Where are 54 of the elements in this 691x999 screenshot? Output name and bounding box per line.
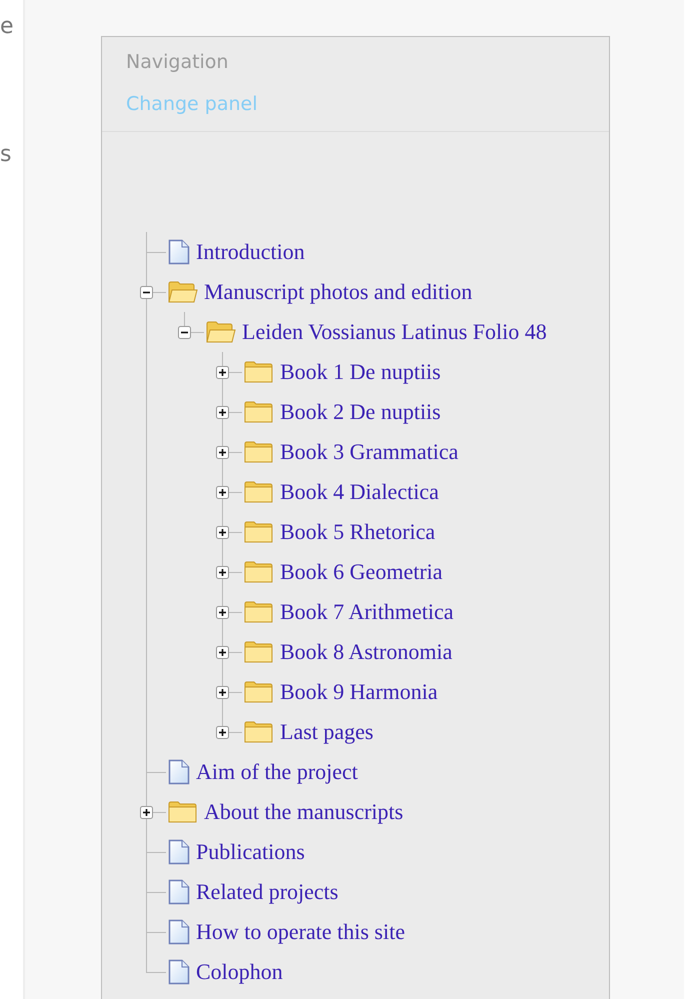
tree-item[interactable]: Aim of the project (196, 759, 358, 785)
document-icon (168, 919, 190, 945)
expand-icon[interactable] (216, 486, 229, 499)
folder-icon (244, 520, 274, 544)
expand-icon[interactable] (216, 566, 229, 579)
expand-icon[interactable] (216, 366, 229, 379)
document-icon (168, 239, 190, 265)
folder-icon (244, 440, 274, 464)
tree-item[interactable]: Book 3 Grammatica (280, 439, 458, 465)
tree-item[interactable]: Related projects (196, 879, 338, 905)
tree-item[interactable]: Book 1 De nuptiis (280, 359, 441, 385)
document-icon (168, 839, 190, 865)
expand-icon[interactable] (216, 526, 229, 539)
folder-icon (244, 720, 274, 744)
tree-item[interactable]: Book 6 Geometria (280, 559, 443, 585)
folder-icon (244, 360, 274, 384)
folder-icon (244, 640, 274, 664)
tree-item[interactable]: About the manuscripts (204, 799, 404, 825)
expand-icon[interactable] (140, 806, 153, 819)
folder-icon (168, 800, 198, 824)
tree-item[interactable]: Book 2 De nuptiis (280, 399, 441, 425)
tree-item[interactable]: Leiden Vossianus Latinus Folio 48 (242, 319, 547, 345)
cut-off-text: s (0, 142, 12, 168)
expand-icon[interactable] (216, 686, 229, 699)
folder-icon (244, 600, 274, 624)
expand-icon[interactable] (216, 606, 229, 619)
expand-icon[interactable] (216, 406, 229, 419)
collapse-icon[interactable] (178, 326, 191, 339)
tree-item[interactable]: Manuscript photos and edition (204, 279, 472, 305)
tree-item[interactable]: Introduction (196, 239, 305, 265)
document-icon (168, 759, 190, 785)
expand-icon[interactable] (216, 446, 229, 459)
open-folder-icon (206, 320, 236, 344)
document-icon (168, 959, 190, 985)
expand-icon[interactable] (216, 726, 229, 739)
folder-icon (244, 400, 274, 424)
tree-item[interactable]: Book 5 Rhetorica (280, 519, 436, 545)
tree-item[interactable]: Book 4 Dialectica (280, 479, 439, 505)
tree-item[interactable]: How to operate this site (196, 919, 405, 945)
expand-icon[interactable] (216, 646, 229, 659)
folder-icon (244, 480, 274, 504)
tree-item[interactable]: Book 8 Astronomia (280, 639, 452, 665)
open-folder-icon (168, 280, 198, 304)
tree-item[interactable]: Book 9 Harmonia (280, 679, 438, 705)
folder-icon (244, 560, 274, 584)
tree-item[interactable]: Publications (196, 839, 305, 865)
tree-item[interactable]: Last pages (280, 719, 374, 745)
tree-item[interactable]: Book 7 Arithmetica (280, 599, 454, 625)
panel-title: Navigation (126, 50, 230, 75)
folder-icon (244, 680, 274, 704)
cut-off-text: e (0, 14, 14, 40)
collapse-icon[interactable] (140, 286, 153, 299)
tree-item[interactable]: Colophon (196, 959, 283, 985)
document-icon (168, 879, 190, 905)
